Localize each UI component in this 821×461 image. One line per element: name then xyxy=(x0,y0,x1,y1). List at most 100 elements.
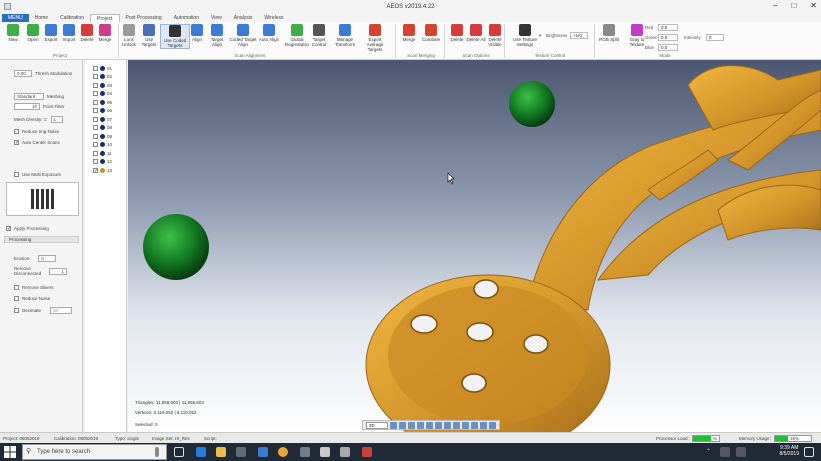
tab-menu[interactable]: MENU xyxy=(2,14,29,22)
task-view-icon[interactable] xyxy=(174,447,184,457)
merge-button[interactable]: Merge xyxy=(398,24,420,42)
scan-visibility-checkbox[interactable] xyxy=(93,65,98,71)
notifications-icon[interactable] xyxy=(804,447,814,457)
store-icon[interactable] xyxy=(236,447,246,457)
tray-chevron-icon[interactable]: ⌃ xyxy=(706,448,711,455)
scan-list-item[interactable]: 10 xyxy=(85,141,126,150)
tab-view[interactable]: View xyxy=(205,14,228,22)
decimate-field[interactable]: 50 xyxy=(50,307,73,314)
new-button[interactable]: New xyxy=(2,24,24,42)
fit-view-icon[interactable] xyxy=(453,421,460,429)
grid-icon[interactable] xyxy=(462,421,469,429)
scan-visibility-checkbox[interactable] xyxy=(93,133,98,139)
edge-browser-icon[interactable] xyxy=(196,447,206,457)
close-icon[interactable]: ✕ xyxy=(810,1,817,10)
gray-to-texture-button[interactable]: Gray to Texture xyxy=(622,24,652,47)
remove-disconnected-field[interactable]: 1 xyxy=(49,267,67,275)
export-average-targets-button[interactable]: Export Average Targets xyxy=(360,24,390,52)
taskbar-clock[interactable]: 9:39 AM 8/5/2019 xyxy=(780,445,799,457)
scan-visibility-checkbox[interactable] xyxy=(93,82,98,88)
tab-automation[interactable]: Automation xyxy=(168,14,205,22)
3d-viewport[interactable]: Triangles: 11,956,603 | 11,956,603 Verti… xyxy=(128,60,821,432)
auto-align-button[interactable]: Auto Align xyxy=(258,24,280,42)
scan-list-item[interactable]: ✓ 13 xyxy=(85,166,126,175)
meshing-select[interactable]: Standard xyxy=(14,93,44,100)
tab-post-processing[interactable]: Post Processing xyxy=(120,14,168,22)
mail-icon[interactable] xyxy=(258,447,268,457)
remove-slivers-checkbox[interactable] xyxy=(14,285,19,290)
intensity-field[interactable]: 0 xyxy=(706,34,724,41)
scan-visibility-checkbox[interactable] xyxy=(93,150,98,156)
volume-icon[interactable] xyxy=(736,447,746,457)
reduce-noise-checkbox[interactable] xyxy=(14,296,19,301)
target-align-button[interactable]: Target Align xyxy=(206,24,228,47)
scan-list-item[interactable]: 05 xyxy=(85,98,126,107)
point-filter-field[interactable]: 10 xyxy=(14,103,40,110)
scan-visibility-checkbox[interactable] xyxy=(93,99,98,105)
merge-button[interactable]: Merge xyxy=(94,24,116,42)
select-icon[interactable] xyxy=(471,421,478,429)
tab-analysis[interactable]: Analysis xyxy=(228,14,259,22)
scan-list-item[interactable]: 02 xyxy=(85,73,126,82)
blue-field[interactable]: 0.0 xyxy=(658,44,678,51)
scan-list-item[interactable]: 09 xyxy=(85,132,126,141)
app-icon[interactable] xyxy=(300,447,310,457)
erosion-field[interactable]: 0 xyxy=(38,255,57,262)
scan-visibility-checkbox[interactable] xyxy=(93,125,98,131)
refresh-view-icon[interactable] xyxy=(444,421,451,429)
aeos-app-icon[interactable] xyxy=(320,447,330,457)
save-view-icon[interactable] xyxy=(390,421,397,429)
scan-visibility-checkbox[interactable] xyxy=(93,108,98,114)
camera-icon[interactable] xyxy=(399,421,406,429)
lock-unlock-button[interactable]: Lock Unlock xyxy=(118,24,140,47)
taskbar-search-input[interactable]: Type here to search xyxy=(22,444,167,460)
combine-button[interactable]: Combine xyxy=(420,24,442,42)
coded-target-align-button[interactable]: Coded Target Align xyxy=(228,24,258,47)
shaded-icon[interactable] xyxy=(435,421,442,429)
green-field[interactable]: 0.0 xyxy=(658,34,678,41)
scan-list-item[interactable]: 12 xyxy=(85,158,126,167)
scan-list-item[interactable]: 06 xyxy=(85,107,126,116)
microphone-icon[interactable] xyxy=(155,447,159,457)
scan-list-item[interactable]: 08 xyxy=(85,124,126,133)
red-field[interactable]: 0.0 xyxy=(658,24,678,31)
network-icon[interactable] xyxy=(720,447,730,457)
scan-visibility-checkbox[interactable]: ✓ xyxy=(93,167,98,173)
scan-visibility-checkbox[interactable] xyxy=(93,116,98,122)
mesh-density-select[interactable]: 1 xyxy=(50,116,63,123)
file-explorer-icon[interactable] xyxy=(216,447,226,457)
delete-visible-button[interactable]: Delete Visible xyxy=(484,24,506,47)
app-icon[interactable] xyxy=(340,447,350,457)
auto-center-checkbox[interactable]: ✓ xyxy=(14,140,19,146)
scan-visibility-checkbox[interactable] xyxy=(93,159,98,165)
exposure-preview-icon[interactable] xyxy=(6,182,79,216)
use-texture-settings-button[interactable]: Use Texture Settings xyxy=(510,24,540,47)
tab-project[interactable]: Project xyxy=(89,14,120,22)
tab-home[interactable]: Home xyxy=(29,14,54,22)
points-icon[interactable] xyxy=(408,421,415,429)
render-icon[interactable] xyxy=(417,421,424,429)
scan-list-item[interactable]: 11 xyxy=(85,149,126,158)
align-button[interactable]: Align xyxy=(186,24,208,42)
decimate-checkbox[interactable] xyxy=(14,308,19,313)
thresh-modulation-field[interactable]: 0.00 xyxy=(14,70,32,77)
apply-processing-checkbox[interactable]: ✓ xyxy=(6,226,11,232)
chrome-icon[interactable] xyxy=(278,447,288,457)
comment-icon[interactable] xyxy=(489,421,496,429)
view-mode-select[interactable]: 3D xyxy=(366,421,388,429)
scan-list-item[interactable]: 07 xyxy=(85,115,126,124)
scan-list-item[interactable]: 01 xyxy=(85,64,126,73)
lasso-icon[interactable] xyxy=(480,421,487,429)
scan-visibility-checkbox[interactable] xyxy=(93,74,98,80)
rgb-split-button[interactable]: RGB Split xyxy=(598,24,620,42)
multi-exposure-checkbox[interactable] xyxy=(14,172,19,177)
wireframe-icon[interactable] xyxy=(426,421,433,429)
use-targets-button[interactable]: Use Targets xyxy=(138,24,160,47)
manage-transform-button[interactable]: Manage Transform xyxy=(330,24,360,47)
scan-visibility-checkbox[interactable] xyxy=(93,142,98,148)
tab-calibration[interactable]: Calibration xyxy=(54,14,90,22)
scan-list-item[interactable]: 04 xyxy=(85,90,126,99)
brightness-field[interactable]: +1/0 xyxy=(570,32,588,39)
target-control-button[interactable]: Target Control xyxy=(308,24,330,47)
scan-visibility-checkbox[interactable] xyxy=(93,91,98,97)
